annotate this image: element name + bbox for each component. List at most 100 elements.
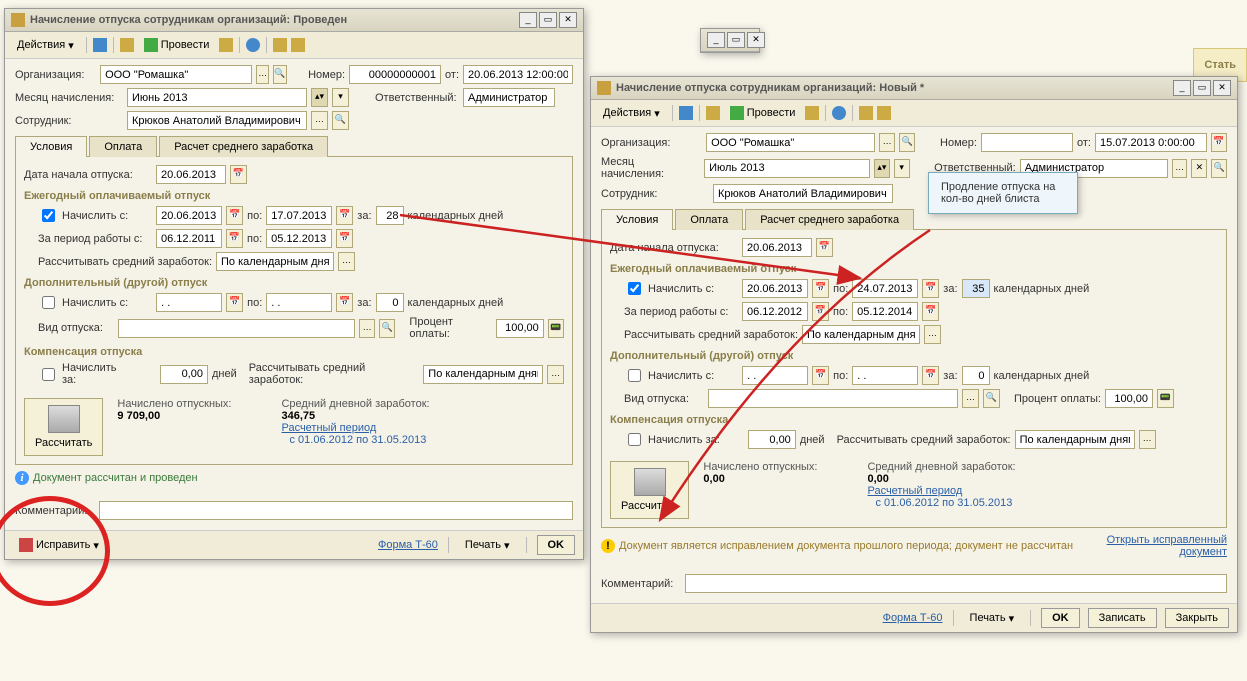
- tool-icon[interactable]: [805, 106, 819, 120]
- minimize-button[interactable]: _: [1173, 80, 1191, 96]
- minimize-button[interactable]: _: [519, 12, 537, 28]
- emp-input[interactable]: [127, 111, 307, 130]
- type-input[interactable]: [118, 319, 355, 338]
- clear-button[interactable]: ✕: [1191, 159, 1207, 178]
- post-button[interactable]: Провести: [138, 35, 216, 55]
- from-date[interactable]: [463, 65, 573, 84]
- calendar-button[interactable]: 📅: [336, 293, 353, 312]
- tab-payment[interactable]: Оплата: [89, 136, 157, 157]
- month-input[interactable]: [127, 88, 307, 107]
- tool-icon[interactable]: [93, 38, 107, 52]
- emp-input[interactable]: [713, 184, 893, 203]
- calc-button[interactable]: 📟: [548, 319, 564, 338]
- comp-avg-input[interactable]: [1015, 430, 1135, 449]
- calculate-button[interactable]: Рассчитать: [24, 398, 103, 456]
- restore-button[interactable]: ▭: [1193, 80, 1211, 96]
- lookup-button[interactable]: …: [311, 111, 328, 130]
- comp-checkbox[interactable]: [628, 433, 641, 446]
- avg-select[interactable]: [802, 325, 920, 344]
- comp-checkbox[interactable]: [42, 368, 55, 381]
- lookup-button[interactable]: …: [1172, 159, 1188, 178]
- comment-input[interactable]: [99, 501, 573, 520]
- accrue-checkbox[interactable]: [42, 209, 55, 222]
- search-button[interactable]: 🔍: [379, 319, 395, 338]
- fix-button[interactable]: Исправить ▾: [13, 535, 105, 555]
- start-date[interactable]: [742, 238, 812, 257]
- calendar-button[interactable]: 📅: [922, 302, 939, 321]
- period-to[interactable]: [852, 302, 918, 321]
- calendar-button[interactable]: 📅: [922, 366, 939, 385]
- comp-val[interactable]: [748, 430, 796, 449]
- search-button[interactable]: 🔍: [273, 65, 286, 84]
- days-input-2[interactable]: [962, 366, 990, 385]
- form-t60-link[interactable]: Форма Т-60: [378, 539, 438, 551]
- tool-icon[interactable]: [291, 38, 305, 52]
- calendar-button[interactable]: 📅: [336, 229, 353, 248]
- calendar-button[interactable]: 📅: [812, 366, 829, 385]
- comp-avg-input[interactable]: [423, 365, 543, 384]
- calc-period-link[interactable]: Расчетный период: [281, 422, 429, 434]
- calendar-button[interactable]: 📅: [226, 293, 243, 312]
- close-button[interactable]: ✕: [1213, 80, 1231, 96]
- post-button[interactable]: Провести: [724, 103, 802, 123]
- tab-conditions[interactable]: Условия: [601, 209, 673, 230]
- date-to-2[interactable]: [266, 293, 332, 312]
- num-input[interactable]: [349, 65, 441, 84]
- actions-menu[interactable]: Действия ▾: [597, 104, 666, 123]
- date-to[interactable]: [852, 279, 918, 298]
- save-button[interactable]: Записать: [1088, 608, 1157, 628]
- form-t60-link[interactable]: Форма Т-60: [883, 612, 943, 624]
- lookup-button[interactable]: …: [359, 319, 375, 338]
- lookup-button[interactable]: …: [879, 133, 895, 152]
- resp-input[interactable]: [463, 88, 555, 107]
- calc-period-link[interactable]: Расчетный период: [867, 485, 1015, 497]
- days-input[interactable]: [962, 279, 990, 298]
- calendar-button[interactable]: 📅: [230, 165, 247, 184]
- spinner-button[interactable]: ▴▾: [311, 88, 328, 107]
- calendar-button[interactable]: 📅: [922, 279, 939, 298]
- print-button[interactable]: Печать ▾: [964, 609, 1021, 628]
- calendar-button[interactable]: 📅: [226, 206, 243, 225]
- tool-icon[interactable]: [273, 38, 287, 52]
- date-from[interactable]: [156, 206, 222, 225]
- calculate-button[interactable]: Рассчитать: [610, 461, 689, 519]
- search-button[interactable]: 🔍: [332, 111, 349, 130]
- num-input[interactable]: [981, 133, 1073, 152]
- tool-icon[interactable]: [679, 106, 693, 120]
- lookup-button[interactable]: …: [256, 65, 269, 84]
- comp-val[interactable]: [160, 365, 208, 384]
- help-icon[interactable]: [832, 106, 846, 120]
- lookup-button[interactable]: …: [547, 365, 564, 384]
- ok-button[interactable]: OK: [1041, 608, 1080, 628]
- dropdown-button[interactable]: ▾: [894, 159, 910, 178]
- accrue2-checkbox[interactable]: [628, 369, 641, 382]
- tool-icon[interactable]: [706, 106, 720, 120]
- lookup-button[interactable]: …: [1139, 430, 1156, 449]
- tab-payment[interactable]: Оплата: [675, 209, 743, 230]
- org-input[interactable]: [706, 133, 875, 152]
- calc-button[interactable]: 📟: [1157, 389, 1174, 408]
- date-from-2[interactable]: [742, 366, 808, 385]
- calendar-button[interactable]: 📅: [812, 302, 829, 321]
- tool-icon[interactable]: [120, 38, 134, 52]
- open-corrected-link[interactable]: Открыть исправленный документ: [1087, 534, 1227, 558]
- lookup-button[interactable]: …: [338, 252, 355, 271]
- tab-average[interactable]: Расчет среднего заработка: [745, 209, 914, 230]
- calendar-button[interactable]: 📅: [336, 206, 353, 225]
- date-to-2[interactable]: [852, 366, 918, 385]
- period-from[interactable]: [742, 302, 808, 321]
- start-date[interactable]: [156, 165, 226, 184]
- help-icon[interactable]: [246, 38, 260, 52]
- calendar-button[interactable]: 📅: [816, 238, 833, 257]
- accrue2-checkbox[interactable]: [42, 296, 55, 309]
- close-button[interactable]: ✕: [747, 32, 765, 48]
- minimize-button[interactable]: _: [707, 32, 725, 48]
- period-from[interactable]: [156, 229, 222, 248]
- search-button[interactable]: 🔍: [1211, 159, 1227, 178]
- org-input[interactable]: [100, 65, 252, 84]
- calendar-button[interactable]: 📅: [812, 279, 829, 298]
- calendar-button[interactable]: 📅: [226, 229, 243, 248]
- date-to[interactable]: [266, 206, 332, 225]
- days-input-2[interactable]: [376, 293, 404, 312]
- tab-average[interactable]: Расчет среднего заработка: [159, 136, 328, 157]
